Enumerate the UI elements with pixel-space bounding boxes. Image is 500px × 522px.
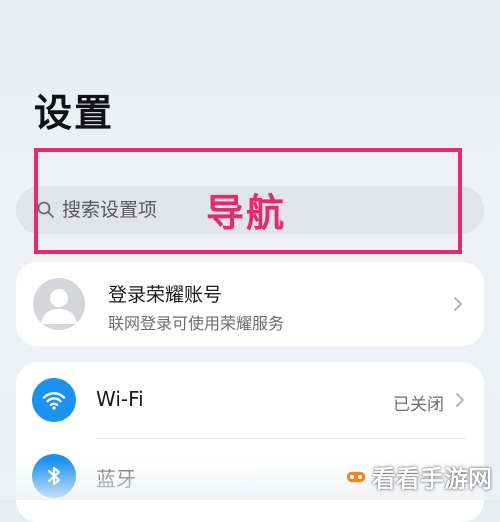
- wifi-icon: [42, 392, 66, 410]
- avatar: [33, 278, 85, 330]
- wifi-status: 已关闭: [393, 395, 444, 415]
- bluetooth-icon-badge: [32, 454, 76, 498]
- watermark: 看看手游网: [344, 459, 492, 494]
- account-subtitle: 联网登录可使用荣耀服务: [108, 314, 285, 333]
- settings-item-label: 蓝牙: [96, 467, 136, 491]
- settings-list: Wi-Fi 已关闭 蓝牙: [16, 362, 484, 522]
- search-icon: [37, 201, 54, 218]
- settings-item-wifi[interactable]: Wi-Fi 已关闭: [16, 362, 484, 438]
- watermark-text: 看看手游网: [372, 465, 492, 493]
- chevron-right-icon: [456, 393, 464, 407]
- wifi-icon-badge: [32, 378, 76, 422]
- bluetooth-icon: [47, 466, 61, 486]
- page-title: 设置: [34, 91, 115, 135]
- settings-item-label: Wi-Fi: [96, 387, 144, 411]
- chevron-right-icon: [454, 297, 462, 311]
- account-card[interactable]: 登录荣耀账号 联网登录可使用荣耀服务: [16, 262, 484, 346]
- avatar-placeholder-icon: [41, 289, 77, 324]
- account-title: 登录荣耀账号: [108, 284, 223, 306]
- annotation-label: 导航: [206, 191, 287, 235]
- watermark-logo-icon: [345, 469, 367, 484]
